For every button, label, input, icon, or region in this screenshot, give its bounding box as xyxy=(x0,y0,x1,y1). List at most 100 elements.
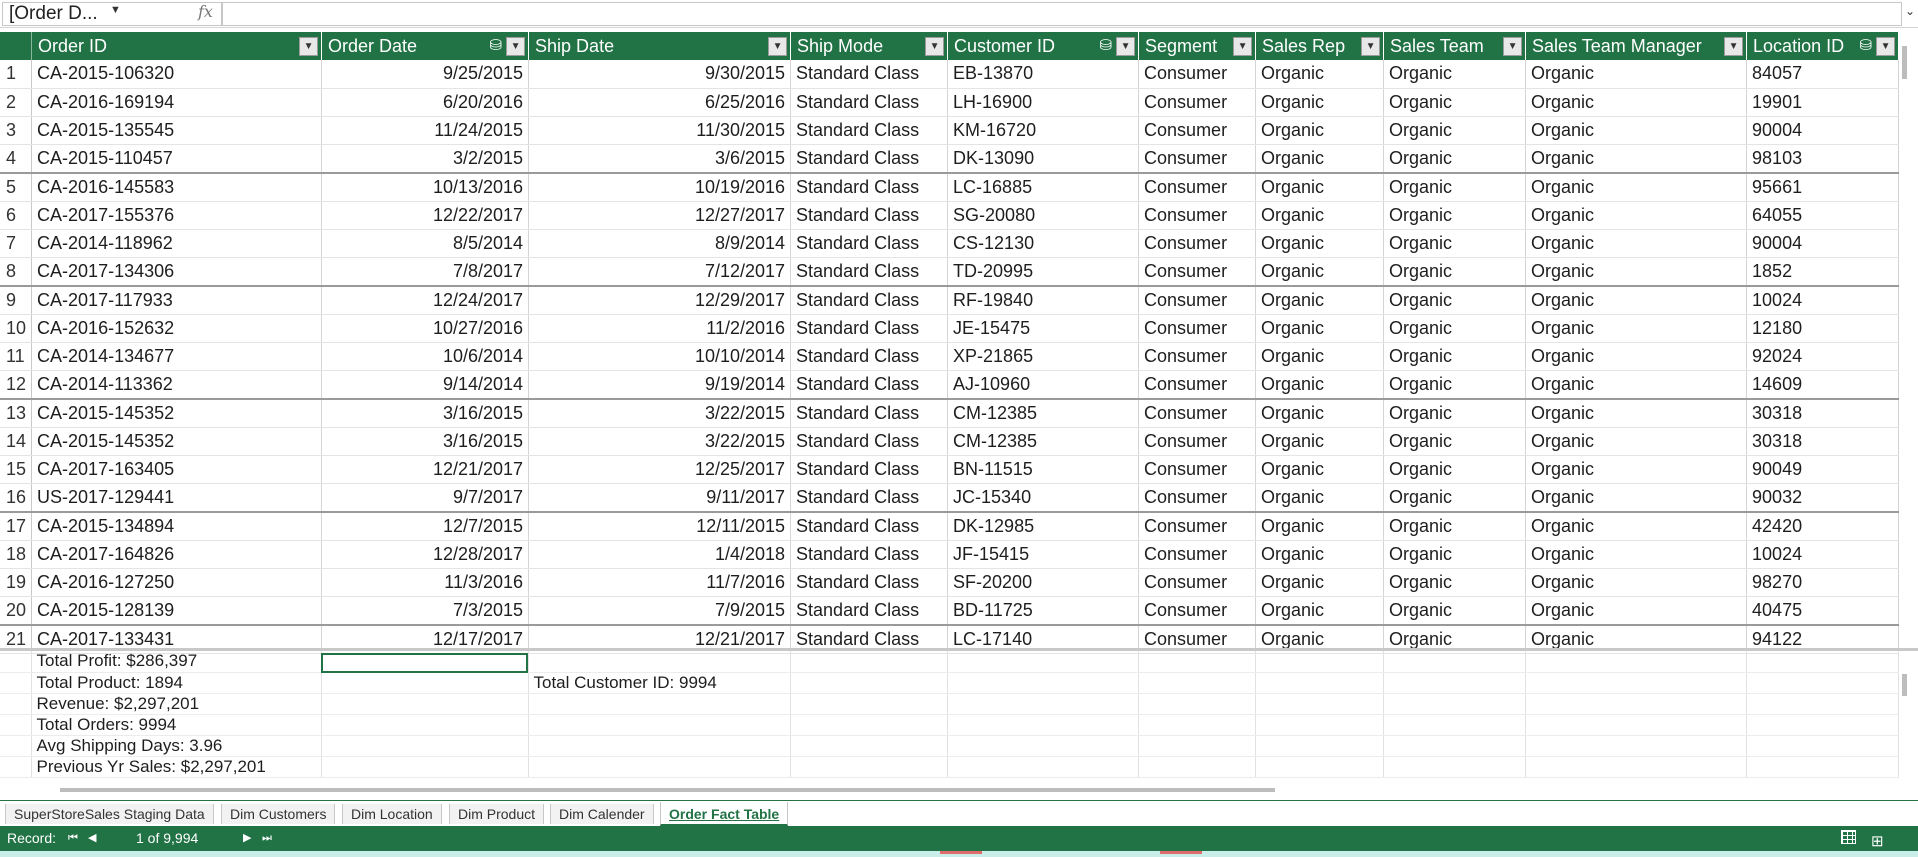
table-cell[interactable]: Standard Class xyxy=(790,116,949,145)
table-cell[interactable]: Consumer xyxy=(1138,144,1257,174)
table-cell[interactable]: 98103 xyxy=(1746,144,1900,174)
measure-total-customer-id[interactable]: Total Customer ID: 9994 xyxy=(528,672,791,694)
table-cell[interactable]: Organic xyxy=(1255,60,1385,89)
row-number[interactable]: 1 xyxy=(0,60,33,89)
table-cell[interactable]: 90004 xyxy=(1746,229,1900,258)
filter-dropdown-icon[interactable]: ▼ xyxy=(1361,37,1381,56)
table-cell[interactable]: CA-2015-134894 xyxy=(31,511,323,541)
row-number[interactable]: 11 xyxy=(0,342,33,371)
table-cell[interactable]: Consumer xyxy=(1138,342,1257,371)
table-cell[interactable]: Consumer xyxy=(1138,88,1257,117)
table-cell[interactable]: CM-12385 xyxy=(947,398,1140,428)
expand-formula-icon[interactable]: ⌄ xyxy=(1903,4,1917,26)
first-record-icon[interactable]: ⏮ xyxy=(68,826,78,851)
filter-dropdown-icon[interactable]: ▼ xyxy=(299,37,319,56)
table-cell[interactable]: JF-15415 xyxy=(947,540,1140,569)
table-cell[interactable]: 98270 xyxy=(1746,568,1900,597)
table-cell[interactable]: 3/6/2015 xyxy=(528,144,792,174)
measure-previous-yr-sales[interactable]: Previous Yr Sales: $2,297,201 xyxy=(31,756,322,778)
table-cell[interactable]: Organic xyxy=(1255,257,1385,287)
fx-icon[interactable]: fx xyxy=(198,2,213,21)
table-cell[interactable]: Consumer xyxy=(1138,455,1257,484)
table-cell[interactable]: Organic xyxy=(1255,596,1385,626)
table-cell[interactable]: 9/30/2015 xyxy=(528,60,792,89)
select-all-corner[interactable] xyxy=(0,32,33,60)
table-cell[interactable]: Organic xyxy=(1255,314,1385,343)
table-cell[interactable]: 90049 xyxy=(1746,455,1900,484)
filter-dropdown-icon[interactable]: ▼ xyxy=(1116,37,1136,56)
table-cell[interactable]: 10024 xyxy=(1746,285,1900,315)
table-cell[interactable]: CA-2017-164826 xyxy=(31,540,323,569)
row-number[interactable]: 7 xyxy=(0,229,33,258)
calc-vertical-scrollbar-thumb[interactable] xyxy=(1902,674,1907,696)
measure-total-profit[interactable]: Total Profit: $286,397 xyxy=(31,651,322,673)
filter-dropdown-icon[interactable]: ▼ xyxy=(506,37,526,56)
table-cell[interactable]: KM-16720 xyxy=(947,116,1140,145)
table-cell[interactable]: Consumer xyxy=(1138,540,1257,569)
table-cell[interactable]: 7/3/2015 xyxy=(321,596,530,626)
table-cell[interactable]: CA-2015-106320 xyxy=(31,60,323,89)
table-cell[interactable]: Standard Class xyxy=(790,229,949,258)
table-cell[interactable]: 3/22/2015 xyxy=(528,398,792,428)
table-cell[interactable]: Organic xyxy=(1255,201,1385,230)
table-cell[interactable]: Standard Class xyxy=(790,342,949,371)
table-cell[interactable]: 10/13/2016 xyxy=(321,172,530,202)
table-cell[interactable]: 10024 xyxy=(1746,540,1900,569)
row-number[interactable]: 12 xyxy=(0,370,33,400)
table-cell[interactable]: Organic xyxy=(1383,596,1527,626)
table-cell[interactable]: Organic xyxy=(1525,257,1748,287)
table-cell[interactable]: Consumer xyxy=(1138,285,1257,315)
table-cell[interactable]: 9/14/2014 xyxy=(321,370,530,400)
column-header[interactable]: Location ID ⛁ ▼ xyxy=(1746,32,1900,60)
table-cell[interactable]: CS-12130 xyxy=(947,229,1140,258)
table-cell[interactable]: Organic xyxy=(1255,511,1385,541)
table-cell[interactable]: 12/27/2017 xyxy=(528,201,792,230)
table-cell[interactable]: 7/8/2017 xyxy=(321,257,530,287)
table-cell[interactable]: 12180 xyxy=(1746,314,1900,343)
table-cell[interactable]: Organic xyxy=(1525,370,1748,400)
grid-view-icon[interactable] xyxy=(1841,830,1856,844)
table-cell[interactable]: DK-13090 xyxy=(947,144,1140,174)
next-record-icon[interactable]: ▶ xyxy=(243,826,251,851)
row-number[interactable]: 20 xyxy=(0,596,33,626)
horizontal-scrollbar-thumb[interactable] xyxy=(60,788,1275,792)
table-cell[interactable]: Organic xyxy=(1383,398,1527,428)
table-cell[interactable]: Organic xyxy=(1383,540,1527,569)
table-cell[interactable]: 90032 xyxy=(1746,483,1900,513)
column-header[interactable]: Segment ▼ xyxy=(1138,32,1257,60)
table-cell[interactable]: CA-2017-134306 xyxy=(31,257,323,287)
table-cell[interactable]: Organic xyxy=(1255,455,1385,484)
table-cell[interactable]: Organic xyxy=(1383,285,1527,315)
table-cell[interactable]: Organic xyxy=(1525,201,1748,230)
table-cell[interactable]: 6/25/2016 xyxy=(528,88,792,117)
table-cell[interactable]: Consumer xyxy=(1138,229,1257,258)
filter-dropdown-icon[interactable]: ▼ xyxy=(925,37,945,56)
filter-dropdown-icon[interactable]: ▼ xyxy=(768,37,788,56)
table-cell[interactable]: CA-2015-135545 xyxy=(31,116,323,145)
formula-input[interactable] xyxy=(222,2,1902,26)
table-cell[interactable]: Organic xyxy=(1525,285,1748,315)
table-cell[interactable]: 3/16/2015 xyxy=(321,398,530,428)
table-cell[interactable]: Consumer xyxy=(1138,483,1257,513)
table-cell[interactable]: BD-11725 xyxy=(947,596,1140,626)
table-cell[interactable]: CA-2016-169194 xyxy=(31,88,323,117)
table-cell[interactable]: CA-2014-118962 xyxy=(31,229,323,258)
filter-dropdown-icon[interactable]: ▼ xyxy=(1724,37,1744,56)
table-cell[interactable]: Standard Class xyxy=(790,511,949,541)
table-cell[interactable]: Standard Class xyxy=(790,398,949,428)
table-cell[interactable]: SF-20200 xyxy=(947,568,1140,597)
table-cell[interactable]: Organic xyxy=(1383,257,1527,287)
column-header[interactable]: Sales Rep ▼ xyxy=(1255,32,1385,60)
table-cell[interactable]: Organic xyxy=(1525,483,1748,513)
table-cell[interactable]: 95661 xyxy=(1746,172,1900,202)
name-box-dropdown-icon[interactable]: ▼ xyxy=(110,4,121,16)
measure-revenue[interactable]: Revenue: $2,297,201 xyxy=(31,693,322,715)
table-cell[interactable]: 9/11/2017 xyxy=(528,483,792,513)
table-cell[interactable]: Consumer xyxy=(1138,257,1257,287)
table-cell[interactable]: 11/30/2015 xyxy=(528,116,792,145)
measure-avg-shipping-days[interactable]: Avg Shipping Days: 3.96 xyxy=(31,735,322,757)
table-cell[interactable]: 1852 xyxy=(1746,257,1900,287)
table-cell[interactable]: Standard Class xyxy=(790,540,949,569)
row-number[interactable]: 2 xyxy=(0,88,33,117)
table-cell[interactable]: US-2017-129441 xyxy=(31,483,323,513)
